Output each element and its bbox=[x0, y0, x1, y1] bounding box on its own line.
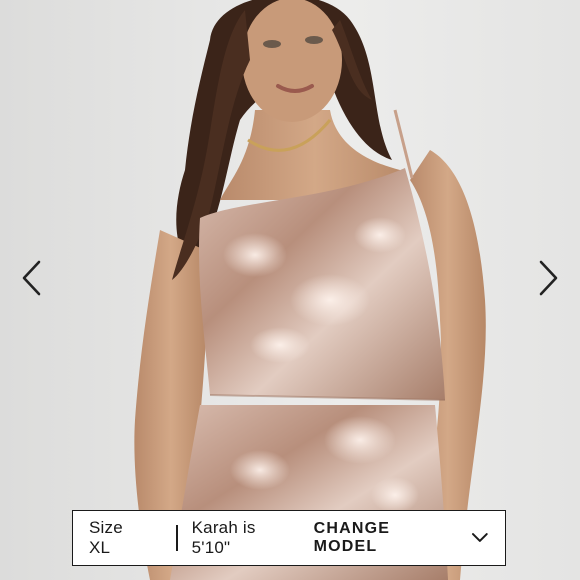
size-label: Size XL bbox=[89, 518, 123, 557]
change-model-button[interactable]: CHANGE MODEL bbox=[314, 520, 489, 556]
product-image-viewer: Size XL Karah is 5'10" CHANGE MODEL bbox=[0, 0, 580, 580]
previous-image-button[interactable] bbox=[18, 258, 44, 298]
product-photo bbox=[134, 0, 486, 580]
divider bbox=[176, 525, 178, 551]
change-model-label: CHANGE MODEL bbox=[313, 520, 391, 555]
chevron-down-icon bbox=[472, 533, 489, 542]
chevron-left-icon bbox=[22, 260, 41, 296]
model-info-bar: Size XL Karah is 5'10" CHANGE MODEL bbox=[72, 510, 506, 566]
chevron-right-icon bbox=[539, 260, 558, 296]
next-image-button[interactable] bbox=[536, 258, 562, 298]
model-height-text: Karah is 5'10" bbox=[191, 518, 256, 557]
